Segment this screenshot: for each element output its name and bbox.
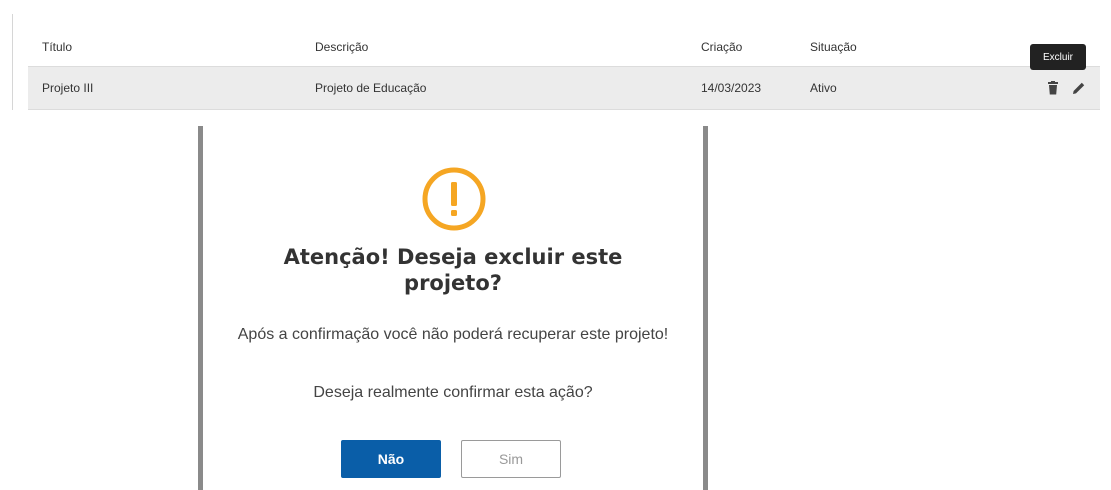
table-left-border <box>12 14 13 110</box>
dialog-question: Deseja realmente confirmar esta ação? <box>313 384 593 401</box>
header-description[interactable]: Descrição <box>315 28 368 66</box>
projects-table: Título Descrição Criação Situação Projet… <box>28 28 1100 110</box>
row-created: 14/03/2023 <box>701 81 762 95</box>
no-button[interactable]: Não <box>341 440 441 478</box>
row-status: Ativo <box>810 81 837 95</box>
table-row[interactable]: Projeto III Projeto de Educação 14/03/20… <box>28 67 1100 110</box>
dialog-message: Após a confirmação você não poderá recup… <box>237 326 669 343</box>
confirm-delete-dialog: Atenção! Deseja excluir este projeto? Ap… <box>198 126 708 490</box>
header-title[interactable]: Título <box>42 28 72 66</box>
row-description: Projeto de Educação <box>315 81 427 95</box>
header-status[interactable]: Situação <box>810 28 857 66</box>
header-created[interactable]: Criação <box>701 28 742 66</box>
dialog-title: Atenção! Deseja excluir este projeto? <box>283 245 623 295</box>
delete-icon[interactable] <box>1044 79 1062 97</box>
yes-button[interactable]: Sim <box>461 440 561 478</box>
row-actions <box>1044 67 1088 109</box>
row-title: Projeto III <box>42 81 94 95</box>
delete-tooltip: Excluir <box>1030 44 1086 70</box>
warning-circle-icon <box>422 167 486 231</box>
table-header: Título Descrição Criação Situação <box>28 28 1100 67</box>
edit-icon[interactable] <box>1070 79 1088 97</box>
